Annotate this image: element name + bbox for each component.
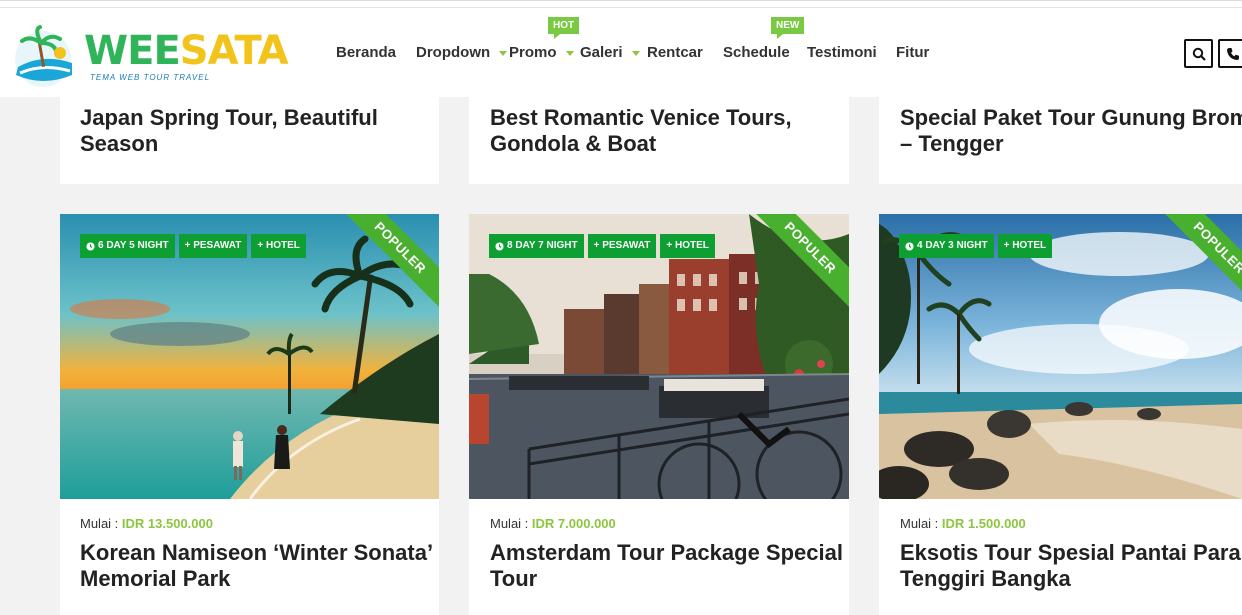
tour-price: Mulai : IDR 1.500.000 xyxy=(900,516,1026,531)
duration-text: 6 DAY 5 NIGHT xyxy=(98,240,169,251)
nav-label: Testimoni xyxy=(807,44,877,61)
tour-card-bromo[interactable]: Special Paket Tour Gunung Bromo – Tengge… xyxy=(879,97,1242,184)
nav-item-dropdown[interactable]: Dropdown xyxy=(416,43,508,63)
chevron-down-icon xyxy=(565,50,574,56)
nav-label: Schedule xyxy=(723,44,790,61)
duration-tag: 8 DAY 7 NIGHT xyxy=(489,234,584,258)
price-amount: IDR 1.500.000 xyxy=(941,516,1026,531)
nav-label: Galeri xyxy=(580,44,623,61)
browser-top-edge xyxy=(0,1,1242,8)
tour-tags: 4 DAY 3 NIGHT + HOTEL xyxy=(899,234,1053,258)
tour-card-korean[interactable]: 6 DAY 5 NIGHT + PESAWAT + HOTEL POPULER … xyxy=(60,214,439,615)
plane-text: + PESAWAT xyxy=(184,240,242,251)
site-header: WEESATA TEMA WEB TOUR TRAVEL Beranda Dro… xyxy=(0,0,1242,97)
duration-text: 8 DAY 7 NIGHT xyxy=(507,240,578,251)
title-line: Japan Spring Tour, Beautiful xyxy=(80,105,378,130)
tour-photo[interactable]: 4 DAY 3 NIGHT + HOTEL POPULER xyxy=(879,214,1242,499)
nav-label: Rentcar xyxy=(647,44,703,61)
duration-tag: 6 DAY 5 NIGHT xyxy=(80,234,175,258)
tour-title[interactable]: Eksotis Tour Spesial Pantai Parai Tenggi… xyxy=(900,540,1242,592)
tour-photo[interactable]: 8 DAY 7 NIGHT + PESAWAT + HOTEL POPULER xyxy=(469,214,849,499)
tour-title[interactable]: Korean Namiseon ‘Winter Sonata’ Memorial… xyxy=(80,540,433,592)
tour-card-bangka[interactable]: 4 DAY 3 NIGHT + HOTEL POPULER Mulai : ID… xyxy=(879,214,1242,615)
tour-price: Mulai : IDR 13.500.000 xyxy=(80,516,213,531)
plane-tag: + PESAWAT xyxy=(178,234,248,258)
search-icon xyxy=(1192,47,1206,61)
tour-title[interactable]: Japan Spring Tour, Beautiful Season xyxy=(80,105,378,157)
new-badge: NEW xyxy=(771,17,805,39)
hot-badge: HOT xyxy=(548,17,580,39)
logo-text-a: WEE xyxy=(84,28,181,74)
nav-item-schedule[interactable]: NEW Schedule xyxy=(723,17,805,63)
clock-icon xyxy=(86,241,95,251)
hotel-tag: + HOTEL xyxy=(660,234,715,258)
title-line: Best Romantic Venice Tours, xyxy=(490,105,792,130)
chevron-down-icon xyxy=(631,50,640,56)
tour-card-venice[interactable]: Best Romantic Venice Tours, Gondola & Bo… xyxy=(469,97,849,184)
title-line: – Tengger xyxy=(900,131,1004,156)
phone-icon xyxy=(1227,47,1239,60)
tour-card-amsterdam[interactable]: 8 DAY 7 NIGHT + PESAWAT + HOTEL POPULER … xyxy=(469,214,849,615)
price-label: Mulai : xyxy=(80,516,119,531)
tour-title[interactable]: Amsterdam Tour Package Special Tour xyxy=(490,540,843,592)
title-line: Special Paket Tour Gunung Bromo xyxy=(900,105,1242,130)
logo-wordmark: WEESATA xyxy=(84,28,289,74)
hotel-text: + HOTEL xyxy=(257,240,300,251)
title-line: Amsterdam Tour Package Special xyxy=(490,540,843,565)
hotel-tag: + HOTEL xyxy=(251,234,306,258)
nav-label: Fitur xyxy=(896,44,930,61)
nav-label: Beranda xyxy=(336,44,397,61)
hotel-text: + HOTEL xyxy=(666,240,709,251)
tour-photo[interactable]: 6 DAY 5 NIGHT + PESAWAT + HOTEL POPULER xyxy=(60,214,439,499)
tour-title[interactable]: Special Paket Tour Gunung Bromo – Tengge… xyxy=(900,105,1242,157)
nav-label: Promo xyxy=(509,44,557,61)
logo-text-b: SATA xyxy=(179,28,289,74)
title-line: Memorial Park xyxy=(80,566,231,591)
nav-item-fitur[interactable]: Fitur xyxy=(896,43,929,63)
duration-tag: 4 DAY 3 NIGHT xyxy=(899,234,994,258)
clock-icon xyxy=(905,241,914,251)
price-amount: IDR 7.000.000 xyxy=(531,516,616,531)
title-line: Korean Namiseon ‘Winter Sonata’ xyxy=(80,540,434,565)
search-button[interactable] xyxy=(1184,39,1213,68)
title-line: Gondola & Boat xyxy=(490,131,657,156)
plane-tag: + PESAWAT xyxy=(587,234,657,258)
duration-text: 4 DAY 3 NIGHT xyxy=(917,240,988,251)
logo-beach-icon xyxy=(15,25,72,87)
nav-item-rentcar[interactable]: Rentcar xyxy=(647,43,703,63)
phone-button[interactable] xyxy=(1218,39,1242,68)
price-amount: IDR 13.500.000 xyxy=(121,516,213,531)
title-line: Tour xyxy=(490,566,538,591)
tour-tags: 6 DAY 5 NIGHT + PESAWAT + HOTEL xyxy=(80,234,306,258)
nav-item-testimoni[interactable]: Testimoni xyxy=(807,43,877,63)
hotel-text: + HOTEL xyxy=(1003,240,1047,251)
tour-card-japan[interactable]: Japan Spring Tour, Beautiful Season xyxy=(60,97,439,184)
tour-tags: 8 DAY 7 NIGHT + PESAWAT + HOTEL xyxy=(489,234,715,258)
plane-text: + PESAWAT xyxy=(593,240,651,251)
title-line: Eksotis Tour Spesial Pantai Parai xyxy=(900,540,1242,565)
nav-item-beranda[interactable]: Beranda xyxy=(336,43,396,63)
tour-price: Mulai : IDR 7.000.000 xyxy=(490,516,616,531)
hotel-tag: + HOTEL xyxy=(997,234,1053,258)
title-line: Season xyxy=(80,131,159,156)
logo-tagline: TEMA WEB TOUR TRAVEL xyxy=(90,73,211,82)
nav-item-promo[interactable]: HOT Promo xyxy=(509,17,580,63)
chevron-down-icon xyxy=(499,50,508,56)
site-logo[interactable]: WEESATA TEMA WEB TOUR TRAVEL xyxy=(10,21,289,89)
nav-item-galeri[interactable]: Galeri xyxy=(580,43,640,63)
nav-label: Dropdown xyxy=(416,44,491,61)
tour-title[interactable]: Best Romantic Venice Tours, Gondola & Bo… xyxy=(490,105,792,157)
price-label: Mulai : xyxy=(490,516,529,531)
title-line: Tenggiri Bangka xyxy=(900,566,1071,591)
clock-icon xyxy=(495,241,504,251)
price-label: Mulai : xyxy=(900,516,939,531)
